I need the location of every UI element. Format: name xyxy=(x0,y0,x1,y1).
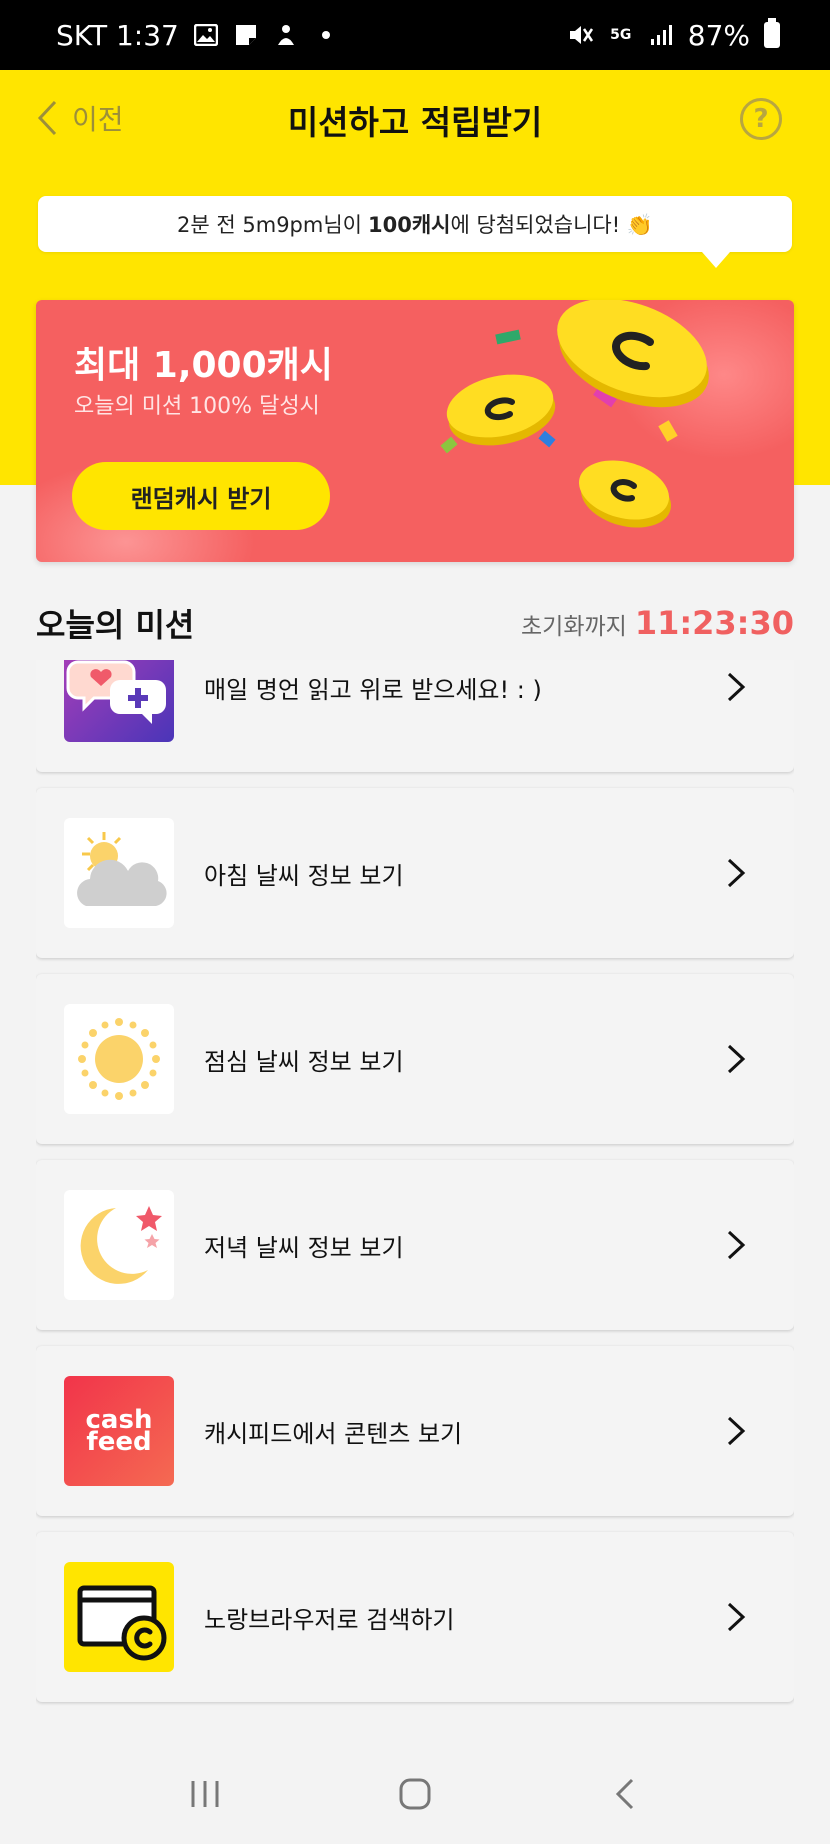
status-bar: SKT 1:37 5G 87% xyxy=(0,0,830,70)
cloud-sun-icon xyxy=(64,818,174,928)
page-title: 미션하고 적립받기 xyxy=(287,103,543,142)
home-icon xyxy=(399,1778,431,1810)
mission-list: 매일 명언 읽고 위로 받으세요! : ) 아침 날씨 정보 보기 점심 날씨 … xyxy=(36,660,794,1735)
missions-title: 오늘의 미션 xyxy=(36,606,195,644)
random-cash-button[interactable]: 랜덤캐시 받기 xyxy=(72,462,330,530)
chevron-right-icon xyxy=(718,855,754,891)
mission-item-evening-weather[interactable]: 저녁 날씨 정보 보기 xyxy=(36,1160,794,1330)
system-back-button[interactable] xyxy=(595,1764,655,1824)
mission-label: 노랑브라우저로 검색하기 xyxy=(204,1605,455,1634)
help-icon: ? xyxy=(753,104,769,134)
mute-icon xyxy=(568,22,594,48)
chevron-right-icon xyxy=(718,1413,754,1449)
cashfeed-logo-icon: cash feed xyxy=(64,1376,174,1486)
ticker-amount: 100캐시 xyxy=(368,213,451,237)
back-button[interactable]: 이전 xyxy=(36,98,124,138)
cashfeed-logo-text-feed: feed xyxy=(86,1427,152,1457)
mission-label: 점심 날씨 정보 보기 xyxy=(204,1047,404,1076)
back-label: 이전 xyxy=(72,103,124,136)
mission-label: 저녁 날씨 정보 보기 xyxy=(204,1233,404,1262)
notification-icon xyxy=(273,22,299,48)
browser-coin-icon xyxy=(64,1562,174,1672)
chat-heart-icon xyxy=(64,660,174,742)
mission-item-cashfeed[interactable]: cash feed 캐시피드에서 콘텐츠 보기 xyxy=(36,1346,794,1516)
chevron-right-icon xyxy=(718,669,754,705)
random-cash-banner[interactable]: 최대 1,000캐시 오늘의 미션 100% 달성시 랜덤캐시 받기 xyxy=(36,300,794,562)
home-button[interactable] xyxy=(385,1764,445,1824)
mission-label: 매일 명언 읽고 위로 받으세요! : ) xyxy=(204,675,542,704)
system-nav-bar xyxy=(0,1744,830,1844)
carrier-time: SKT 1:37 xyxy=(56,18,179,52)
chevron-right-icon xyxy=(718,1599,754,1635)
recent-apps-button[interactable] xyxy=(175,1764,235,1824)
mission-label: 아침 날씨 정보 보기 xyxy=(204,861,404,890)
coins-illustration xyxy=(440,300,709,528)
banner-title: 최대 1,000캐시 xyxy=(74,345,333,386)
note-icon xyxy=(233,22,259,48)
mission-item-morning-weather[interactable]: 아침 날씨 정보 보기 xyxy=(36,788,794,958)
ticker-prefix: 2분 전 5m9pm님이 xyxy=(177,213,362,237)
banner-subtitle: 오늘의 미션 100% 달성시 xyxy=(74,394,320,419)
battery-icon xyxy=(764,18,780,48)
chevron-right-icon xyxy=(718,1041,754,1077)
image-icon xyxy=(193,22,219,48)
battery-percent: 87% xyxy=(687,18,750,52)
help-button[interactable]: ? xyxy=(740,98,782,140)
recent-apps-icon xyxy=(191,1781,219,1807)
chevron-left-icon xyxy=(37,100,57,136)
winner-ticker: 2분 전 5m9pm님이 100캐시 에 당첨되었습니다! 👏 xyxy=(38,196,792,268)
reset-timer: 초기화까지 11:23:30 xyxy=(521,604,794,642)
chevron-right-icon xyxy=(718,1227,754,1263)
dot-icon xyxy=(313,22,339,48)
mission-label: 캐시피드에서 콘텐츠 보기 xyxy=(204,1419,463,1448)
mission-item-browser-search[interactable]: 노랑브라우저로 검색하기 xyxy=(36,1532,794,1702)
sun-icon xyxy=(64,1004,174,1114)
moon-icon xyxy=(64,1190,174,1300)
back-arrow-icon xyxy=(615,1778,634,1810)
mission-item-lunch-weather[interactable]: 점심 날씨 정보 보기 xyxy=(36,974,794,1144)
ticker-suffix: 에 당첨되었습니다! 👏 xyxy=(450,213,653,237)
top-nav: 이전 미션하고 적립받기 ? xyxy=(0,70,830,170)
reset-label: 초기화까지 xyxy=(521,614,627,640)
reset-time: 11:23:30 xyxy=(634,604,794,642)
signal-icon xyxy=(648,22,674,48)
5g-icon: 5G xyxy=(610,27,632,43)
mission-item-quote[interactable]: 매일 명언 읽고 위로 받으세요! : ) xyxy=(36,660,794,772)
